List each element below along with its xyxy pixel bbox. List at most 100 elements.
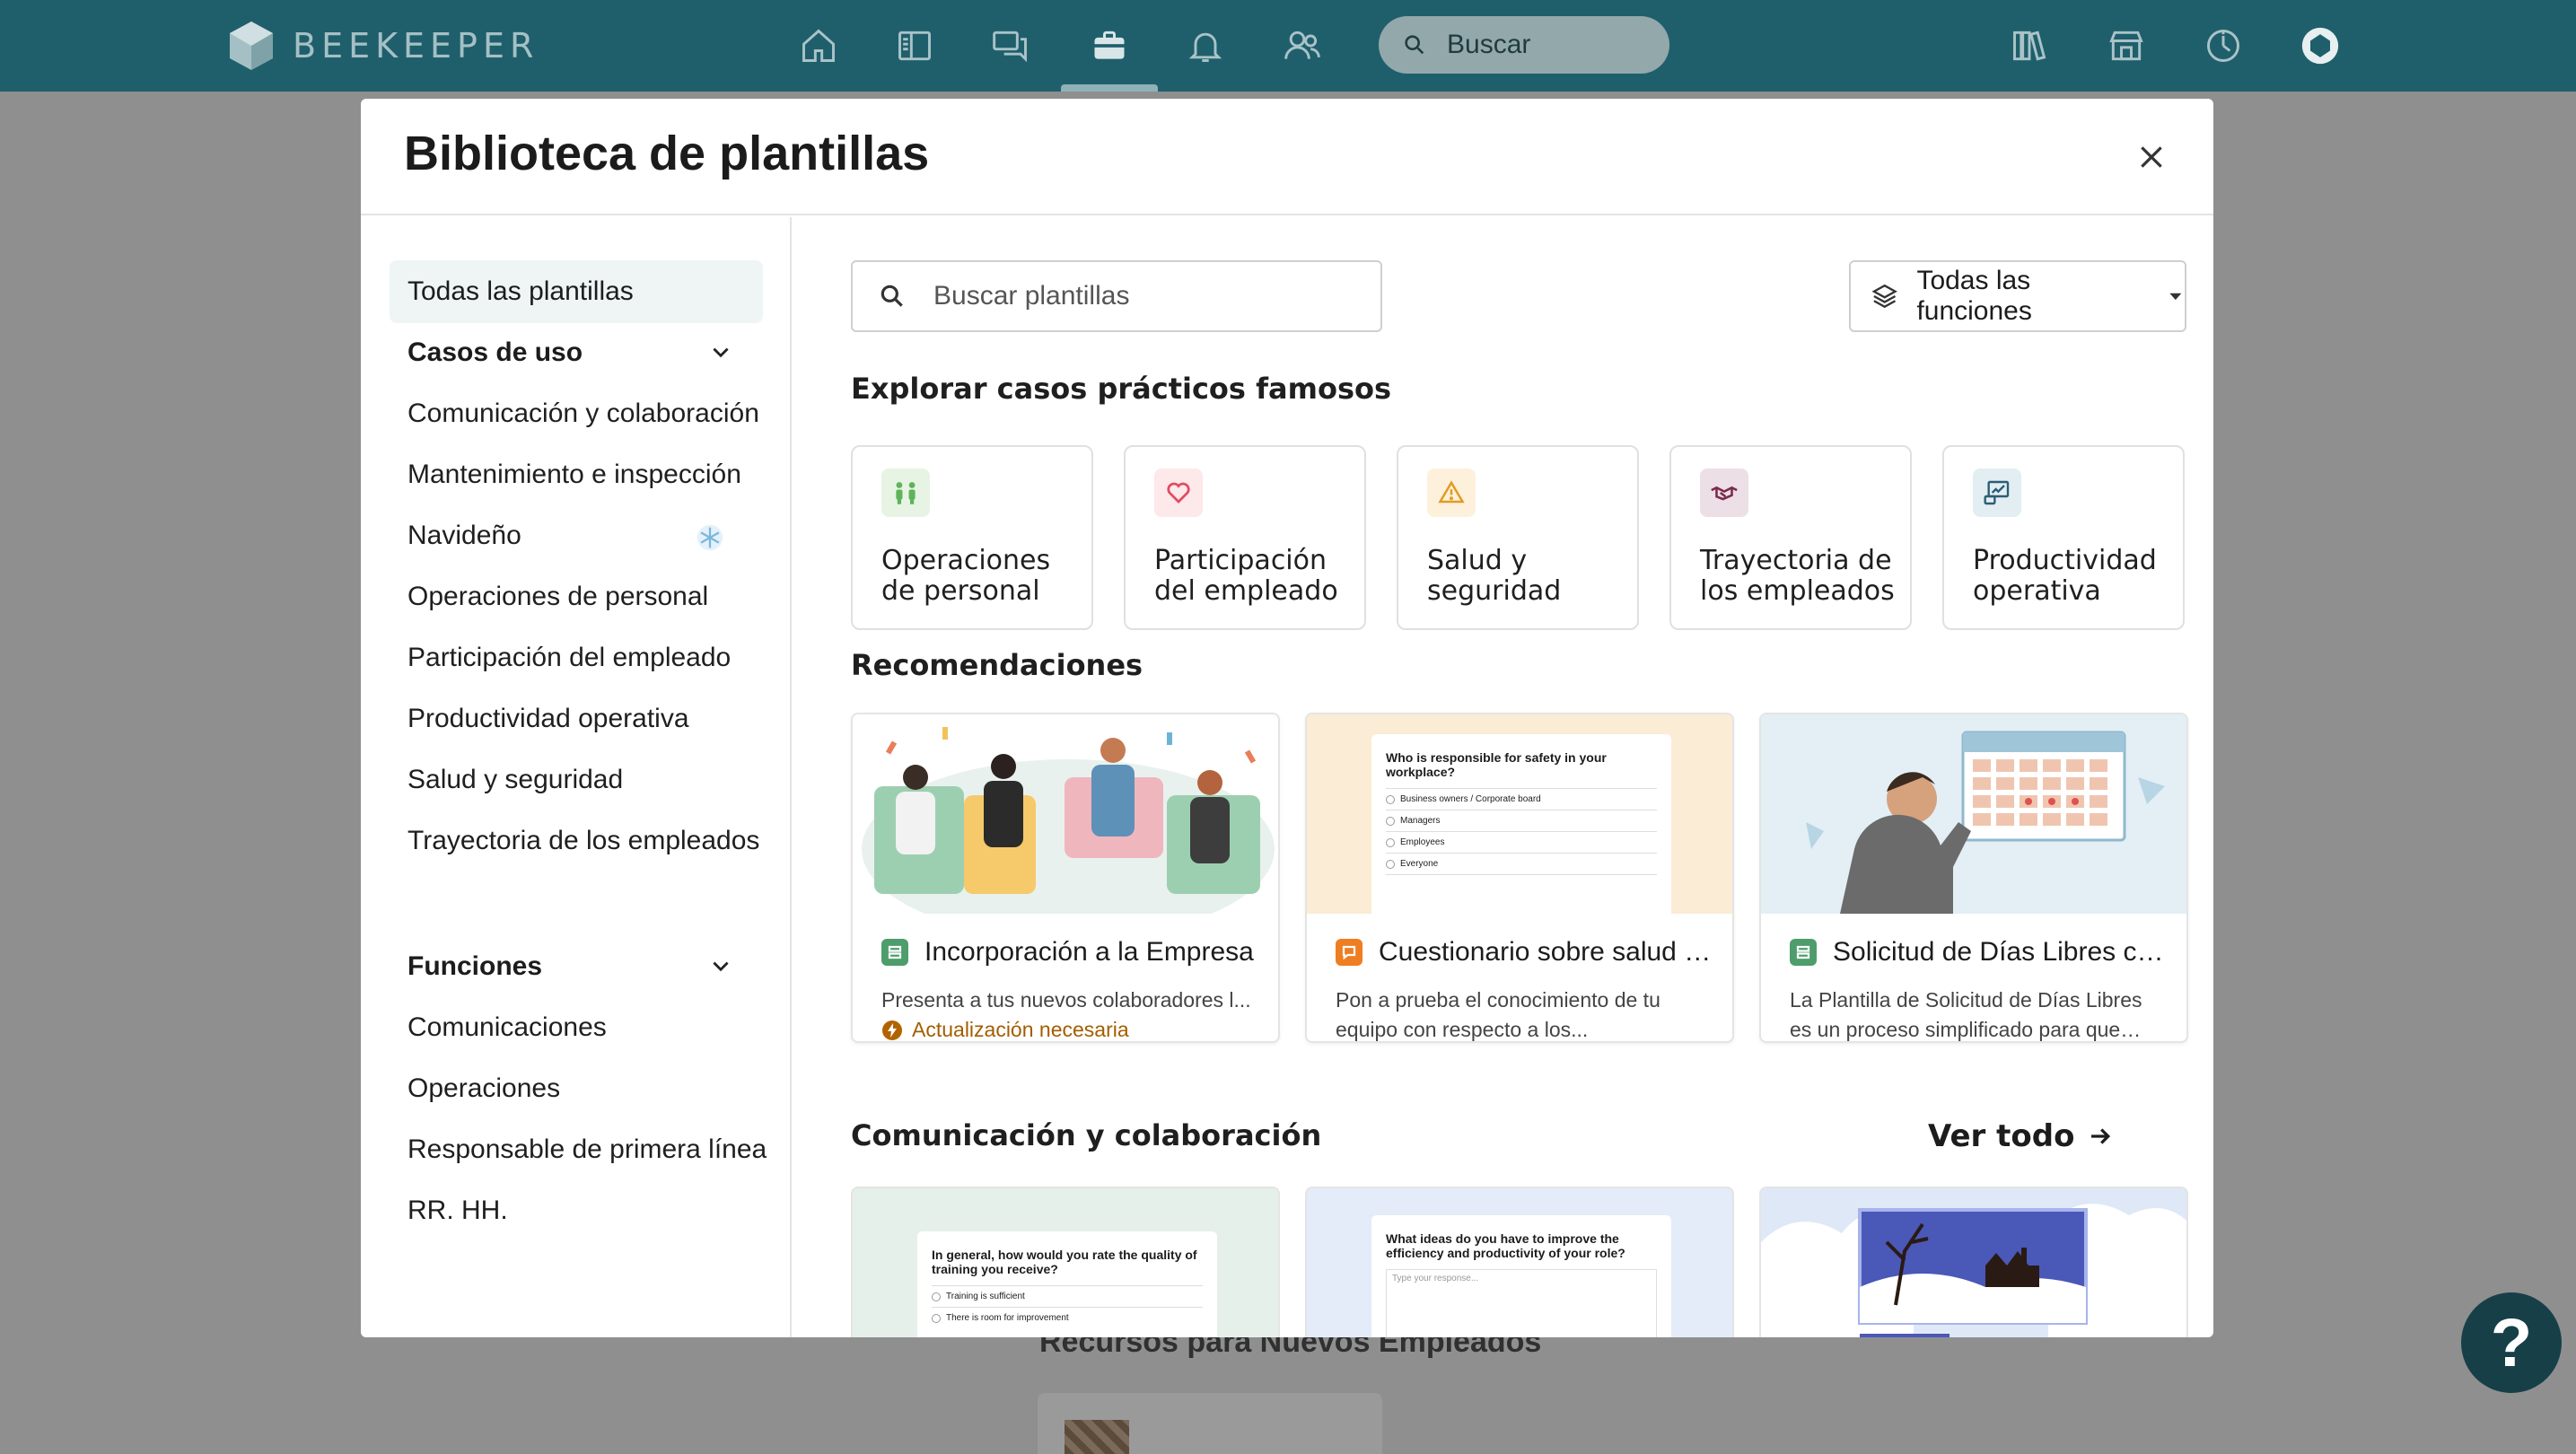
category-card-employee-engagement[interactable]: Participación del empleado (1124, 445, 1366, 630)
quiz-option: Employees (1386, 831, 1657, 853)
category-card-health-safety[interactable]: Salud y seguridad (1397, 445, 1639, 630)
beekeeper-logo[interactable]: BEEKEEPER (230, 22, 539, 70)
onboarding-illustration (853, 714, 1278, 914)
ideas-preview-question: What ideas do you have to improve the ef… (1386, 1231, 1625, 1260)
template-card-health-quiz[interactable]: Who is responsible for safety in your wo… (1305, 713, 1734, 1043)
streams-icon (898, 31, 931, 61)
modal-header: Biblioteca de plantillas (361, 99, 2213, 215)
template-card-description: La Plantilla de Solicitud de Días Libres… (1790, 988, 2142, 1041)
quiz-option: Everyone (1386, 853, 1657, 875)
people-icon (881, 469, 930, 517)
layers-icon (1871, 284, 1897, 309)
template-card-title: Solicitud de Días Libres co... (1790, 937, 2167, 968)
nav-tools[interactable] (1087, 23, 1132, 68)
help-button[interactable]: ? (2461, 1292, 2562, 1393)
sidebar-item-staff-operations[interactable]: Operaciones de personal (407, 582, 708, 612)
use-cases-section-toggle[interactable]: Casos de uso (407, 337, 732, 368)
template-card-title: Incorporación a la Empresa (881, 937, 1258, 968)
see-all-text: Ver todo (1928, 1118, 2075, 1154)
avatar-icon (2301, 27, 2339, 65)
survey-preview-card: In general, how would you rate the quali… (917, 1231, 1217, 1337)
handshake-icon (1700, 469, 1748, 517)
sidebar-item-communication[interactable]: Comunicación y colaboración (407, 399, 759, 429)
library-icon (2013, 31, 2046, 61)
background-resource-thumbnail (1065, 1420, 1129, 1454)
category-label: Operaciones de personal (881, 545, 1051, 607)
nav-home[interactable] (796, 23, 841, 68)
heart-icon (1154, 469, 1203, 517)
see-all-link[interactable]: Ver todo (1928, 1118, 2114, 1154)
template-card-training-survey[interactable]: In general, how would you rate the quali… (851, 1187, 1280, 1337)
sidebar-item-maintenance[interactable]: Mantenimiento e inspección (407, 460, 741, 490)
use-cases-title: Casos de uso (407, 337, 583, 367)
functions-title: Funciones (407, 951, 543, 981)
template-search[interactable] (851, 260, 1382, 332)
category-card-employee-journey[interactable]: Trayectoria de los empleados (1669, 445, 1912, 630)
template-title-text: Solicitud de Días Libres co... (1833, 937, 2167, 967)
functions-section-toggle[interactable]: Funciones (407, 951, 732, 982)
nav-dashboard[interactable] (2201, 23, 2246, 68)
close-button[interactable] (2131, 136, 2172, 178)
category-card-staff-operations[interactable]: Operaciones de personal (851, 445, 1093, 630)
snowflake-icon (697, 524, 723, 551)
template-card-winter[interactable] (1759, 1187, 2188, 1337)
sidebar-item-health-safety[interactable]: Salud y seguridad (407, 765, 623, 795)
arrow-right-icon (2091, 1128, 2111, 1144)
sidebar-item-operational-productivity[interactable]: Productividad operativa (407, 704, 689, 734)
nav-streams[interactable] (892, 23, 937, 68)
quiz-preview-question: Who is responsible for safety in your wo… (1386, 750, 1607, 779)
template-search-input[interactable] (933, 281, 1346, 311)
sidebar-item-christmas[interactable]: Navideño (407, 521, 521, 551)
global-search[interactable]: Buscar (1379, 16, 1669, 74)
close-icon (2141, 146, 2162, 168)
template-card-ideas-survey[interactable]: What ideas do you have to improve the ef… (1305, 1187, 1734, 1337)
warning-icon (1427, 469, 1476, 517)
template-main-panel: Todas las funciones Explorar casos práct… (793, 217, 2213, 1337)
chevron-down-icon (713, 961, 729, 972)
nav-profile[interactable] (2298, 23, 2343, 68)
form-icon (881, 939, 908, 966)
time-off-illustration (1761, 714, 2186, 914)
communication-section-title: Comunicación y colaboración (851, 1118, 1322, 1152)
caret-down-icon (2169, 293, 2182, 301)
beekeeper-logo-icon (230, 22, 273, 70)
bell-icon (1188, 32, 1222, 62)
productivity-icon (1973, 469, 2021, 517)
nav-people[interactable] (1280, 23, 1325, 68)
template-card-description: Pon a prueba el conocimiento de tu equip… (1336, 988, 1660, 1041)
people-nav-icon (1284, 31, 1320, 59)
sidebar-item-operations[interactable]: Operaciones (407, 1073, 560, 1104)
template-card-description: Presenta a tus nuevos colaboradores l... (881, 988, 1251, 1012)
category-label: Productividad operativa (1973, 545, 2157, 607)
lightning-icon (882, 1020, 902, 1040)
category-label: Participación del empleado (1154, 545, 1338, 607)
nav-notifications[interactable] (1183, 23, 1228, 68)
chat-icon (993, 31, 1027, 63)
sidebar-item-employee-journey[interactable]: Trayectoria de los empleados (407, 826, 759, 856)
explore-section-title: Explorar casos prácticos famosos (851, 372, 1392, 406)
nav-library[interactable] (2007, 23, 2052, 68)
top-navigation-bar: BEEKEEPER Buscar (0, 0, 2576, 92)
survey-option: There is room for improvement (932, 1307, 1203, 1328)
sidebar-item-hr[interactable]: RR. HH. (407, 1196, 508, 1226)
quiz-option: Business owners / Corporate board (1386, 788, 1657, 810)
sidebar-item-employee-engagement[interactable]: Participación del empleado (407, 643, 731, 673)
dashboard-icon (2207, 30, 2239, 62)
template-library-modal: Biblioteca de plantillas Todas las plant… (361, 99, 2213, 1337)
nav-store[interactable] (2104, 23, 2149, 68)
home-icon (802, 29, 835, 62)
template-card-time-off[interactable]: Solicitud de Días Libres co... La Planti… (1759, 713, 2188, 1043)
sidebar-item-communications[interactable]: Comunicaciones (407, 1012, 607, 1043)
survey-preview-question: In general, how would you rate the quali… (932, 1248, 1197, 1276)
sidebar-item-frontline-manager[interactable]: Responsable de primera línea (407, 1134, 767, 1165)
global-search-placeholder: Buscar (1447, 30, 1531, 59)
sidebar-item-all-templates[interactable]: Todas las plantillas (390, 260, 763, 323)
template-card-title: Cuestionario sobre salud y... (1336, 937, 1713, 968)
nav-chats[interactable] (988, 23, 1033, 68)
category-card-operational-productivity[interactable]: Productividad operativa (1942, 445, 2185, 630)
template-title-text: Incorporación a la Empresa (924, 937, 1254, 967)
ideas-preview-input: Type your response... (1386, 1269, 1657, 1337)
nav-active-indicator (1061, 84, 1158, 92)
template-card-onboarding[interactable]: Incorporación a la Empresa Presenta a tu… (851, 713, 1280, 1043)
function-filter-dropdown[interactable]: Todas las funciones (1849, 260, 2186, 332)
